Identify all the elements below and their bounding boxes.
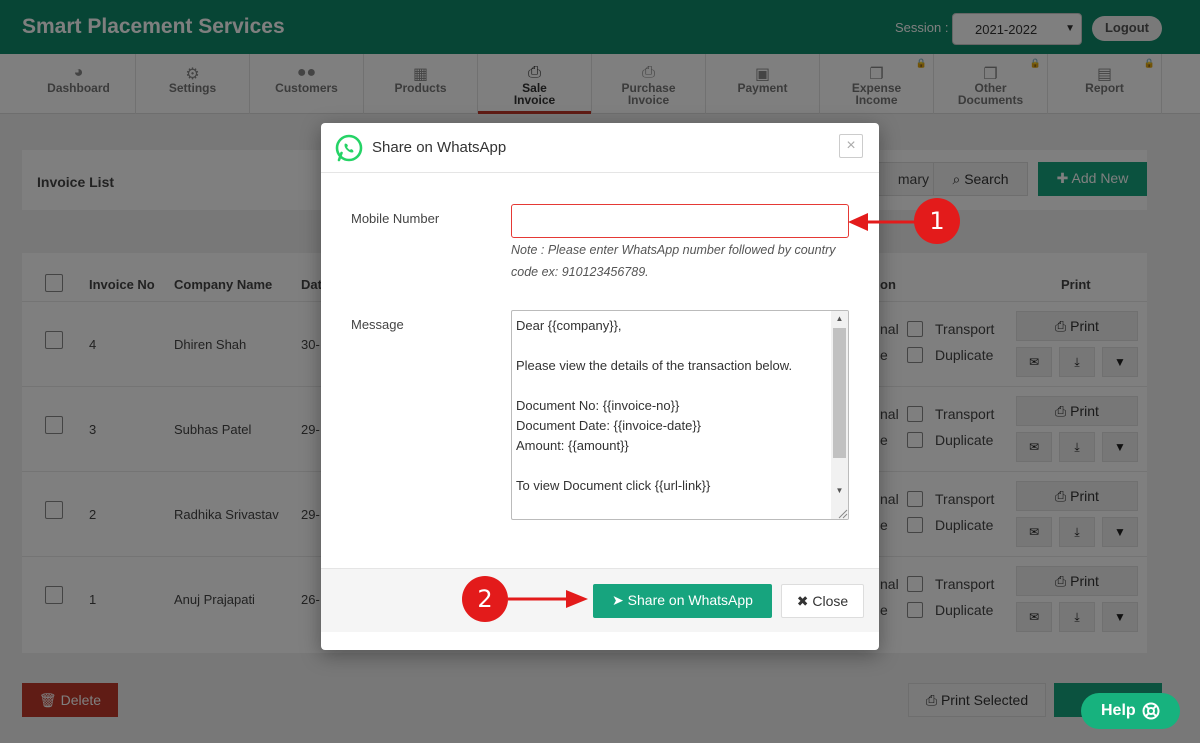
help-label: Help [1101,702,1136,719]
modal-title: Share on WhatsApp [372,139,507,156]
share-whatsapp-modal: Share on WhatsApp × Mobile Number Note :… [321,123,879,650]
message-text[interactable]: Dear {{company}}, Please view the detail… [512,311,830,519]
resize-grip-icon[interactable] [836,507,848,519]
step-1-badge: 1 [914,198,960,244]
modal-footer: ➤ Share on WhatsApp ✖ Close [321,568,879,632]
arrow-step-1 [848,213,916,231]
help-button[interactable]: Help [1081,693,1180,729]
scroll-thumb[interactable] [833,328,846,458]
mobile-number-label: Mobile Number [351,211,440,226]
share-label: Share on WhatsApp [627,592,753,608]
close-icon: ✖ [796,593,809,609]
message-textarea[interactable]: Dear {{company}}, Please view the detail… [511,310,849,520]
scroll-up-icon[interactable]: ▲ [831,311,848,327]
share-on-whatsapp-button[interactable]: ➤ Share on WhatsApp [593,584,772,618]
message-label: Message [351,317,404,332]
send-icon: ➤ [612,592,624,608]
whatsapp-icon [335,134,363,162]
mobile-note: Note : Please enter WhatsApp number foll… [511,243,836,279]
mobile-number-input[interactable] [511,204,849,238]
modal-header: Share on WhatsApp × [321,123,879,173]
arrow-step-2 [508,590,588,608]
close-button[interactable]: ✖ Close [781,584,864,618]
step-2-badge: 2 [462,576,508,622]
lifebuoy-icon [1142,702,1160,720]
scroll-down-icon[interactable]: ▼ [831,483,848,499]
close-label: Close [812,593,849,609]
message-scrollbar[interactable]: ▲ ▼ [831,311,848,519]
close-icon[interactable]: × [839,134,863,158]
